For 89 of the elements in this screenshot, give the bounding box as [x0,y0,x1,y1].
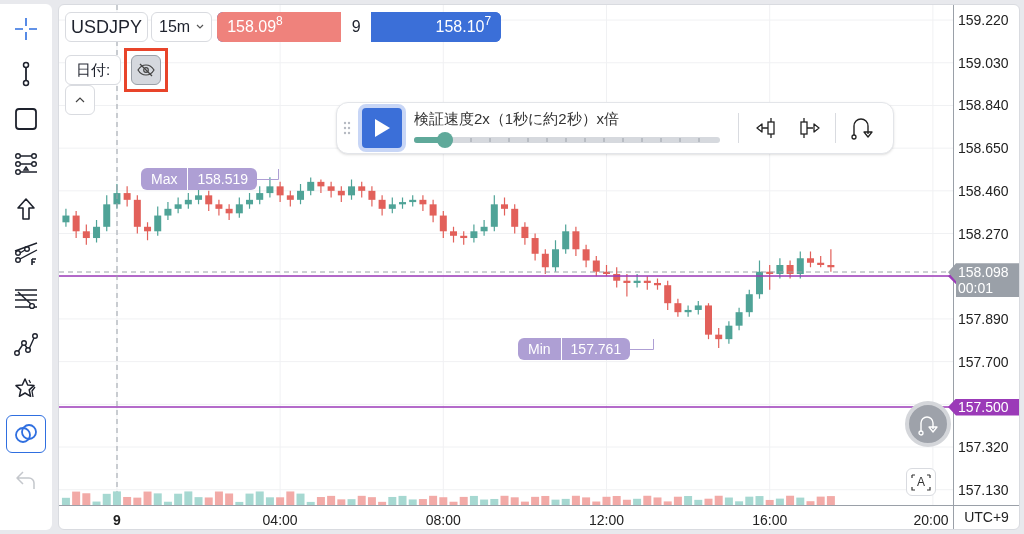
candlestick [215,199,223,217]
auto-scale-button[interactable]: A [906,468,936,496]
candlestick [378,194,386,217]
candlestick [297,183,305,205]
candlestick [735,307,743,331]
symbol-field[interactable]: USDJPY [65,12,148,42]
candlestick [745,289,753,318]
curved-arrow-icon [849,115,875,141]
candlestick [725,320,733,345]
candlestick [796,250,804,280]
candlestick [225,203,233,221]
price-tick: 158.270 [958,225,1009,242]
step-forward-icon [797,116,821,140]
candlestick [552,239,559,273]
candlestick [582,244,590,268]
bracket-icon [911,473,916,491]
price-tick: 157.320 [958,439,1009,455]
nodes-icon [13,151,39,177]
chevron-down-icon [196,24,205,30]
candlestick [531,232,539,262]
candlestick [562,223,570,255]
hide-toggle[interactable] [131,55,162,85]
play-button[interactable] [358,104,406,152]
price-tick: 157.890 [958,310,1009,327]
candlestick [348,179,356,201]
date-tick: 9 [113,511,121,529]
time-tick: 04:00 [262,511,298,529]
leader-line [257,169,280,180]
last-price-tag: 158.098 00:01 [948,263,1019,298]
speed-slider[interactable] [414,132,720,149]
candlestick [541,248,549,275]
candlestick [480,219,488,237]
crosshair-icon [13,16,39,42]
price-tick: 158.650 [958,140,1009,157]
candlestick [327,181,335,199]
interval-dropdown[interactable]: 15m [151,12,213,42]
candlestick [317,179,325,194]
candlestick [235,196,243,219]
date-label: 日付: [65,55,122,85]
timezone-label: UTC+9 [964,508,1009,527]
candlestick [439,210,447,239]
candlestick [82,223,90,246]
play-icon [373,118,391,138]
candlestick [664,280,672,311]
price-tick: 157.700 [958,353,1009,370]
candlestick [205,190,213,212]
price-tick: 157.130 [958,481,1009,498]
min-price-label: Min 157.761 [518,338,631,360]
bracket-icon [926,473,931,491]
drag-handle-icon [343,121,351,135]
channel-icon [13,286,39,312]
candlestick [154,205,162,237]
candlestick [715,327,723,349]
eye-off-icon [137,63,156,77]
chevron-up-icon [75,97,85,103]
candlestick [174,196,182,214]
price-tick: 159.030 [958,54,1009,71]
candlestick [72,210,80,239]
price-tick: 158.840 [958,97,1009,114]
time-tick: 20:00 [913,511,949,529]
price-tick: 159.220 [958,12,1009,29]
candlestick [419,194,427,212]
leader-line [630,339,655,350]
candlestick [592,255,600,277]
candlestick [429,199,437,223]
level-tag: 157.500 [948,398,1019,416]
candlestick [103,194,111,232]
candlestick [266,176,274,199]
time-tick: 12:00 [588,511,624,529]
pattern-icon [13,331,39,357]
candlestick [521,221,529,246]
candlestick [123,185,131,208]
candlestick [276,181,284,203]
jump-to-latest-button[interactable] [905,401,951,447]
candlestick [93,219,101,244]
trend-lines-icon [13,241,39,267]
candlestick [572,226,580,257]
price-tick: 158.460 [958,182,1009,199]
candlestick [164,201,172,221]
candlestick [490,194,498,232]
candlestick [470,223,478,244]
candlestick [511,203,519,235]
spread-value: 9 [341,12,372,42]
max-price-label: Max 158.519 [141,168,258,190]
replay-speed-label: 検証速度2x（1秒に約2秒）x倍 [414,108,621,129]
time-tick: 16:00 [752,511,788,529]
rectangle-icon [13,106,39,132]
time-tick: 08:00 [425,511,461,529]
candlestick [368,185,376,208]
